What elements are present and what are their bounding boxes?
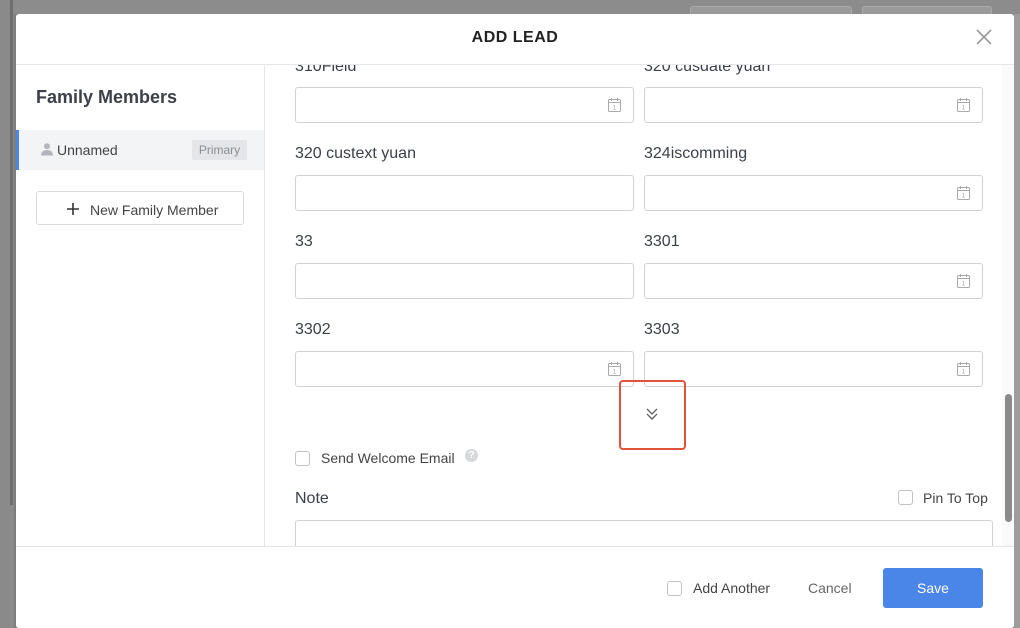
- family-member-name: Unnamed: [57, 142, 118, 158]
- field-label: 320 cusdate yuan: [644, 65, 771, 75]
- field-label: 324iscomming: [644, 145, 748, 162]
- note-label: Note: [295, 490, 329, 507]
- backdrop-divider: [10, 0, 13, 505]
- text-input[interactable]: [295, 263, 634, 299]
- calendar-icon: 1: [957, 98, 970, 112]
- field-label: 320 custext yuan: [295, 145, 416, 162]
- calendar-icon: 1: [957, 362, 970, 376]
- svg-text:1: 1: [962, 105, 966, 112]
- family-members-sidebar: Family Members Unnamed Primary New Famil…: [16, 65, 265, 546]
- family-member-item[interactable]: Unnamed Primary: [16, 130, 264, 170]
- cancel-button[interactable]: Cancel: [808, 580, 852, 596]
- modal-footer: Add Another Cancel Save: [16, 546, 1014, 628]
- modal-title: ADD LEAD: [471, 29, 559, 46]
- svg-text:1: 1: [962, 193, 966, 200]
- field-label: 3303: [644, 321, 680, 338]
- field-label: 3301: [644, 233, 680, 250]
- svg-text:1: 1: [613, 369, 617, 376]
- date-input[interactable]: 1: [295, 351, 634, 387]
- field-label: 33: [295, 233, 313, 250]
- date-input[interactable]: 1: [644, 87, 983, 123]
- scrollbar-thumb[interactable]: [1005, 394, 1012, 522]
- sidebar-title: Family Members: [36, 87, 178, 107]
- person-icon: [40, 142, 54, 156]
- new-family-member-label: New Family Member: [90, 202, 219, 218]
- pin-to-top-checkbox[interactable]: [898, 490, 913, 505]
- svg-text:1: 1: [962, 281, 966, 288]
- double-chevron-down-icon: [645, 406, 659, 422]
- calendar-icon: 1: [608, 362, 621, 376]
- send-welcome-email-label: Send Welcome Email: [321, 450, 455, 466]
- save-button[interactable]: Save: [883, 568, 983, 608]
- add-lead-modal: ADD LEAD Family Members Unnamed Primary: [16, 14, 1014, 628]
- add-another-label: Add Another: [693, 580, 771, 596]
- calendar-icon: 1: [957, 274, 970, 288]
- text-input[interactable]: [295, 175, 634, 211]
- new-family-member-button[interactable]: New Family Member: [36, 191, 244, 225]
- send-welcome-email-checkbox[interactable]: [295, 451, 310, 466]
- field-label: 310Field: [295, 65, 357, 75]
- field-label: 3302: [295, 321, 331, 338]
- date-input[interactable]: 1: [644, 263, 983, 299]
- modal-header: ADD LEAD: [16, 14, 1014, 65]
- svg-text:1: 1: [613, 105, 617, 112]
- date-input[interactable]: 1: [295, 87, 634, 123]
- show-more-fields-button[interactable]: [619, 380, 686, 450]
- backdrop-right: [1014, 14, 1020, 628]
- pin-to-top-label: Pin To Top: [923, 490, 988, 506]
- add-another-checkbox[interactable]: [667, 581, 682, 596]
- primary-badge: Primary: [192, 140, 247, 160]
- svg-text:1: 1: [962, 369, 966, 376]
- lead-form: 310Field 1 320 cusdate yuan 1 320 custex…: [265, 65, 1014, 546]
- close-icon[interactable]: [974, 27, 994, 47]
- date-input[interactable]: 1: [644, 175, 983, 211]
- calendar-icon: 1: [608, 98, 621, 112]
- help-icon[interactable]: ?: [465, 449, 478, 462]
- plus-icon: [65, 201, 81, 217]
- date-input[interactable]: 1: [644, 351, 983, 387]
- calendar-icon: 1: [957, 186, 970, 200]
